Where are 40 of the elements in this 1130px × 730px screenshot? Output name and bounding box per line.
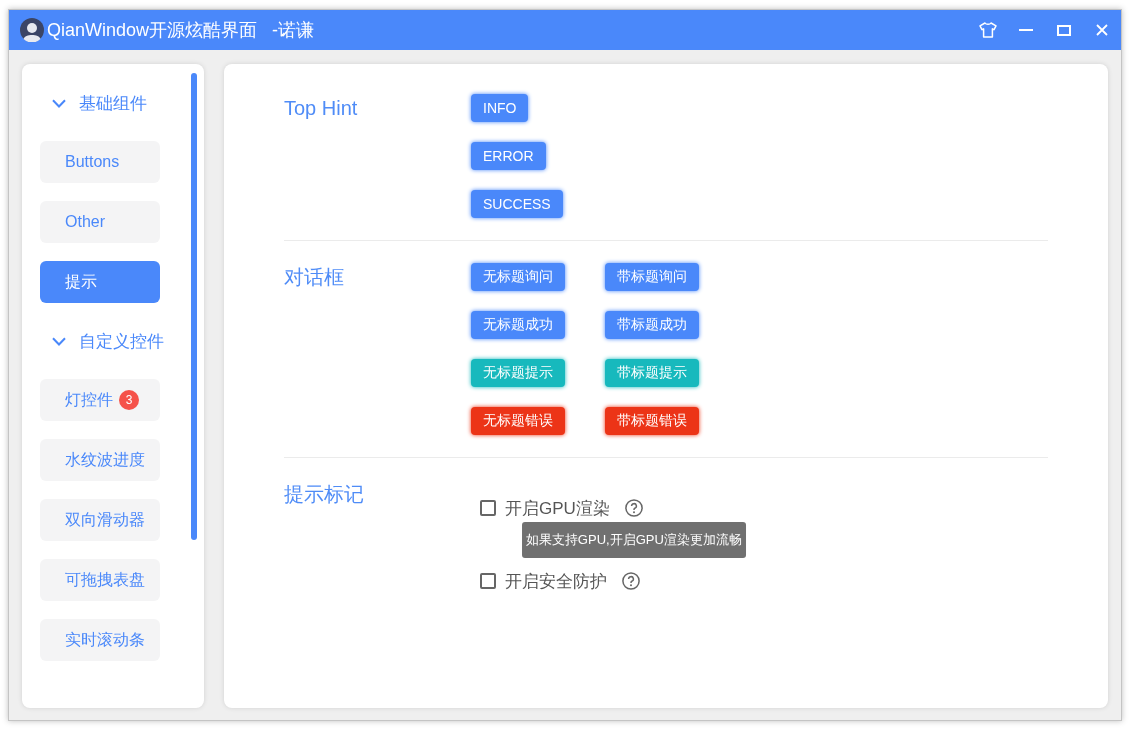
section-title: Top Hint (284, 96, 359, 121)
group-header[interactable]: 基础组件 (40, 83, 180, 123)
checkbox[interactable] (480, 500, 496, 516)
window-author: -诺谦 (272, 19, 315, 42)
count-badge: 3 (119, 390, 139, 410)
dialog-button[interactable]: 带标题错误 (605, 407, 699, 435)
sidebar-item[interactable]: 实时滚动条 (40, 619, 160, 661)
sidebar-item[interactable]: 灯控件 3 (40, 379, 160, 421)
dialog-button[interactable]: 无标题询问 (471, 263, 565, 291)
help-icon[interactable] (622, 572, 640, 590)
sidebar-item[interactable]: 水纹波进度 (40, 439, 160, 481)
sidebar-item[interactable]: 双向滑动器 (40, 499, 160, 541)
dialog-button[interactable]: 无标题提示 (471, 359, 565, 387)
dialog-button[interactable]: 无标题错误 (471, 407, 565, 435)
dialog-button[interactable]: 带标题成功 (605, 311, 699, 339)
hint-button[interactable]: SUCCESS (471, 190, 563, 218)
section-title: 对话框 (284, 265, 345, 290)
help-icon[interactable] (624, 499, 643, 517)
dialog-button[interactable]: 带标题提示 (605, 359, 699, 387)
dialog-button[interactable]: 带标题询问 (605, 263, 699, 291)
scrollbar-thumb[interactable] (191, 73, 197, 540)
sidebar-item[interactable]: Other (40, 201, 160, 243)
hint-button[interactable]: INFO (471, 94, 529, 122)
group-header[interactable]: 自定义控件 (40, 321, 180, 361)
sidebar-item[interactable]: 可拖拽表盘 (40, 559, 160, 601)
tooltip: 如果支持GPU,开启GPU渲染更加流畅 (521, 522, 746, 558)
checkbox[interactable] (480, 573, 496, 589)
maximize-icon (1057, 24, 1071, 36)
hint-button[interactable]: ERROR (471, 142, 546, 170)
close-icon (1096, 24, 1108, 36)
section-title: 提示标记 (284, 482, 365, 507)
dialog-button[interactable]: 无标题成功 (471, 311, 565, 339)
checkbox-label: 开启GPU渲染 (505, 497, 610, 520)
minimize-icon (1019, 29, 1033, 31)
avatar-icon (20, 18, 44, 42)
shirt-icon (979, 22, 997, 38)
window-title: QianWindow开源炫酷界面 (47, 19, 258, 42)
sidebar-item[interactable]: 提示 (40, 261, 160, 303)
sidebar-item[interactable]: Buttons (40, 141, 160, 183)
checkbox-label: 开启安全防护 (505, 570, 607, 593)
